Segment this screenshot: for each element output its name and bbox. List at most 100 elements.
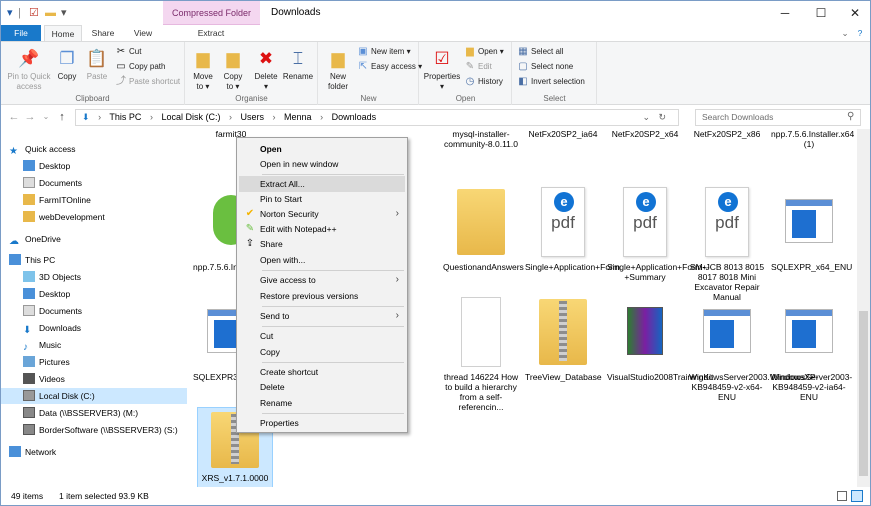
menu-norton-security[interactable]: ✔ Norton Security › xyxy=(239,206,405,222)
menu-give-access[interactable]: Give access to › xyxy=(239,272,405,288)
file-item[interactable]: e pdf Single+Application+Form xyxy=(525,185,620,272)
file-item[interactable]: SQLEXPR_x64_ENU xyxy=(771,185,852,272)
menu-rename[interactable]: Rename xyxy=(239,395,405,411)
minimize-button[interactable]: ─ xyxy=(767,1,803,25)
open-button[interactable]: ▆ Open ▾ xyxy=(464,45,504,59)
file-item[interactable]: e pdf Single+Application+Form+-+Summary xyxy=(607,185,710,282)
nav-3d-objects[interactable]: 3D Objects xyxy=(23,269,81,285)
new-folder-quick-icon[interactable]: ▬ xyxy=(45,6,56,20)
menu-open-new-window[interactable]: Open in new window xyxy=(239,156,405,172)
nav-data-drive[interactable]: Data (\\BSSERVER3) (M:) xyxy=(23,405,138,421)
copy-path-button[interactable]: ▭ Copy path xyxy=(115,60,165,74)
nav-onedrive[interactable]: ☁ OneDrive xyxy=(9,231,61,247)
file-item[interactable]: NetFx20SP2_x86 xyxy=(689,129,765,139)
file-item[interactable]: npp.7.5.6.Installer.x64 (1) xyxy=(771,129,854,149)
refresh-icon[interactable]: ↻ xyxy=(658,110,666,125)
customize-toolbar-icon[interactable]: ▾ xyxy=(61,6,67,20)
file-item[interactable]: NetFx20SP2_ia64 xyxy=(525,129,601,139)
tab-view[interactable]: View xyxy=(125,25,161,41)
search-input[interactable]: Search Downloads xyxy=(695,109,861,126)
menu-open[interactable]: Open xyxy=(239,141,405,157)
maximize-button[interactable]: ☐ xyxy=(803,1,839,25)
cut-button[interactable]: ✂ Cut xyxy=(115,45,142,59)
easy-access-button[interactable]: ⇱ Easy access ▾ xyxy=(357,60,422,74)
details-view-icon[interactable] xyxy=(837,491,847,501)
properties-quick-icon[interactable]: ☑ xyxy=(29,6,39,20)
nav-this-pc[interactable]: This PC xyxy=(9,252,55,268)
menu-copy[interactable]: Copy xyxy=(239,344,405,360)
file-item[interactable]: WindowsServer2003-KB948459-v2-ia64-ENU xyxy=(771,295,852,402)
file-item[interactable]: thread 146224 How to build a hierarchy f… xyxy=(443,295,519,412)
menu-create-shortcut[interactable]: Create shortcut xyxy=(239,364,405,380)
file-item[interactable]: QuestionandAnswers xyxy=(443,185,524,272)
nav-documents[interactable]: Documents xyxy=(23,175,82,191)
nav-documents-pc[interactable]: Documents xyxy=(23,303,82,319)
scrollbar-thumb[interactable] xyxy=(859,311,868,476)
file-item[interactable]: WindowsServer2003.WindowsXP-KB948459-v2-… xyxy=(689,295,818,402)
compressed-folder-tools-tab[interactable]: Compressed Folder Tools xyxy=(163,1,260,42)
tab-home[interactable]: Home xyxy=(44,25,82,41)
path-dropdown-icon[interactable]: ⌄ xyxy=(642,110,650,125)
breadcrumb-local-disk[interactable]: Local Disk (C:) xyxy=(161,112,220,122)
nav-bordersoftware-drive[interactable]: BorderSoftware (\\BSSERVER3) (S:) xyxy=(23,422,178,438)
menu-properties[interactable]: Properties xyxy=(239,415,405,431)
nav-music[interactable]: ♪ Music xyxy=(23,337,61,353)
new-item-button[interactable]: ▣ New item ▾ xyxy=(357,45,410,59)
new-folder-button[interactable]: ▆ New folder xyxy=(323,48,353,92)
expand-ribbon-icon[interactable]: ⌄ xyxy=(839,25,851,41)
nav-farmitonline[interactable]: FarmITOnline xyxy=(23,192,91,208)
file-item[interactable]: NetFx20SP2_x64 xyxy=(607,129,683,139)
edit-button[interactable]: ✎ Edit xyxy=(464,60,492,74)
up-arrow-icon[interactable]: ↑ xyxy=(55,109,69,125)
menu-open-with[interactable]: Open with... xyxy=(239,252,405,268)
menu-send-to[interactable]: Send to › xyxy=(239,308,405,324)
breadcrumb-users[interactable]: Users xyxy=(241,112,265,122)
recent-locations-chevron-icon[interactable]: ⌄ xyxy=(39,109,53,125)
properties-button[interactable]: ☑ Properties ▾ xyxy=(422,48,462,92)
menu-share[interactable]: ⇪ Share xyxy=(239,236,405,252)
delete-button[interactable]: ✖ Delete ▾ xyxy=(252,48,280,92)
file-item[interactable]: VisualStudio2008TrainingKit xyxy=(607,295,713,382)
large-icons-view-icon[interactable] xyxy=(851,490,863,502)
close-button[interactable]: ✕ xyxy=(837,1,870,25)
back-arrow-icon[interactable]: ← xyxy=(7,109,21,125)
nav-videos[interactable]: Videos xyxy=(23,371,65,387)
select-none-button[interactable]: ▢ Select none xyxy=(517,60,573,74)
copy-to-button[interactable]: ▆ Copy to ▾ xyxy=(219,48,247,92)
copy-button[interactable]: ❐ Copy xyxy=(53,48,81,82)
file-item[interactable]: mysql-installer-community-8.0.11.0 xyxy=(443,129,519,149)
nav-local-disk[interactable]: Local Disk (C:) xyxy=(1,388,187,404)
breadcrumb-downloads[interactable]: Downloads xyxy=(332,112,377,122)
select-all-button[interactable]: ▦ Select all xyxy=(517,45,563,59)
breadcrumb-this-pc[interactable]: This PC xyxy=(109,112,141,122)
file-item[interactable]: TreeView_Database xyxy=(525,295,602,382)
tab-file[interactable]: File xyxy=(1,25,41,41)
forward-arrow-icon[interactable]: → xyxy=(23,109,37,125)
nav-webdevelopment[interactable]: webDevelopment xyxy=(23,209,105,225)
history-button[interactable]: ◷ History xyxy=(464,75,503,89)
menu-extract-all[interactable]: Extract All... xyxy=(239,176,405,192)
menu-cut[interactable]: Cut xyxy=(239,328,405,344)
tab-share[interactable]: Share xyxy=(85,25,121,41)
menu-delete[interactable]: Delete xyxy=(239,379,405,395)
rename-button[interactable]: ⌶ Rename xyxy=(282,48,314,82)
nav-desktop-pc[interactable]: Desktop xyxy=(23,286,70,302)
nav-desktop[interactable]: Desktop xyxy=(23,158,70,174)
nav-pictures[interactable]: Pictures xyxy=(23,354,70,370)
nav-quick-access[interactable]: ★ Quick access xyxy=(9,141,76,157)
move-to-button[interactable]: ▆ Move to ▾ xyxy=(189,48,217,92)
paste-button[interactable]: 📋 Paste xyxy=(83,48,111,82)
nav-network[interactable]: Network xyxy=(9,444,56,460)
menu-edit-notepad[interactable]: ✎ Edit with Notepad++ xyxy=(239,221,405,237)
menu-pin-to-start[interactable]: Pin to Start xyxy=(239,191,405,207)
pin-quick-access-button[interactable]: 📌 Pin to Quick access xyxy=(5,48,53,92)
help-icon[interactable]: ? xyxy=(853,25,867,41)
tab-extract[interactable]: Extract xyxy=(181,25,241,41)
breadcrumb-menna[interactable]: Menna xyxy=(284,112,312,122)
invert-selection-button[interactable]: ◧ Invert selection xyxy=(517,75,585,89)
nav-downloads[interactable]: ⬇ Downloads xyxy=(23,320,81,336)
path-box[interactable]: ⬇ › This PC › Local Disk (C:) › Users › … xyxy=(75,109,679,126)
file-item[interactable]: e pdf SM-JCB 8013 8015 8017 8018 Mini Exca… xyxy=(689,185,765,302)
menu-restore-versions[interactable]: Restore previous versions xyxy=(239,288,405,304)
paste-shortcut-button[interactable]: ⤴ Paste shortcut xyxy=(115,75,180,89)
